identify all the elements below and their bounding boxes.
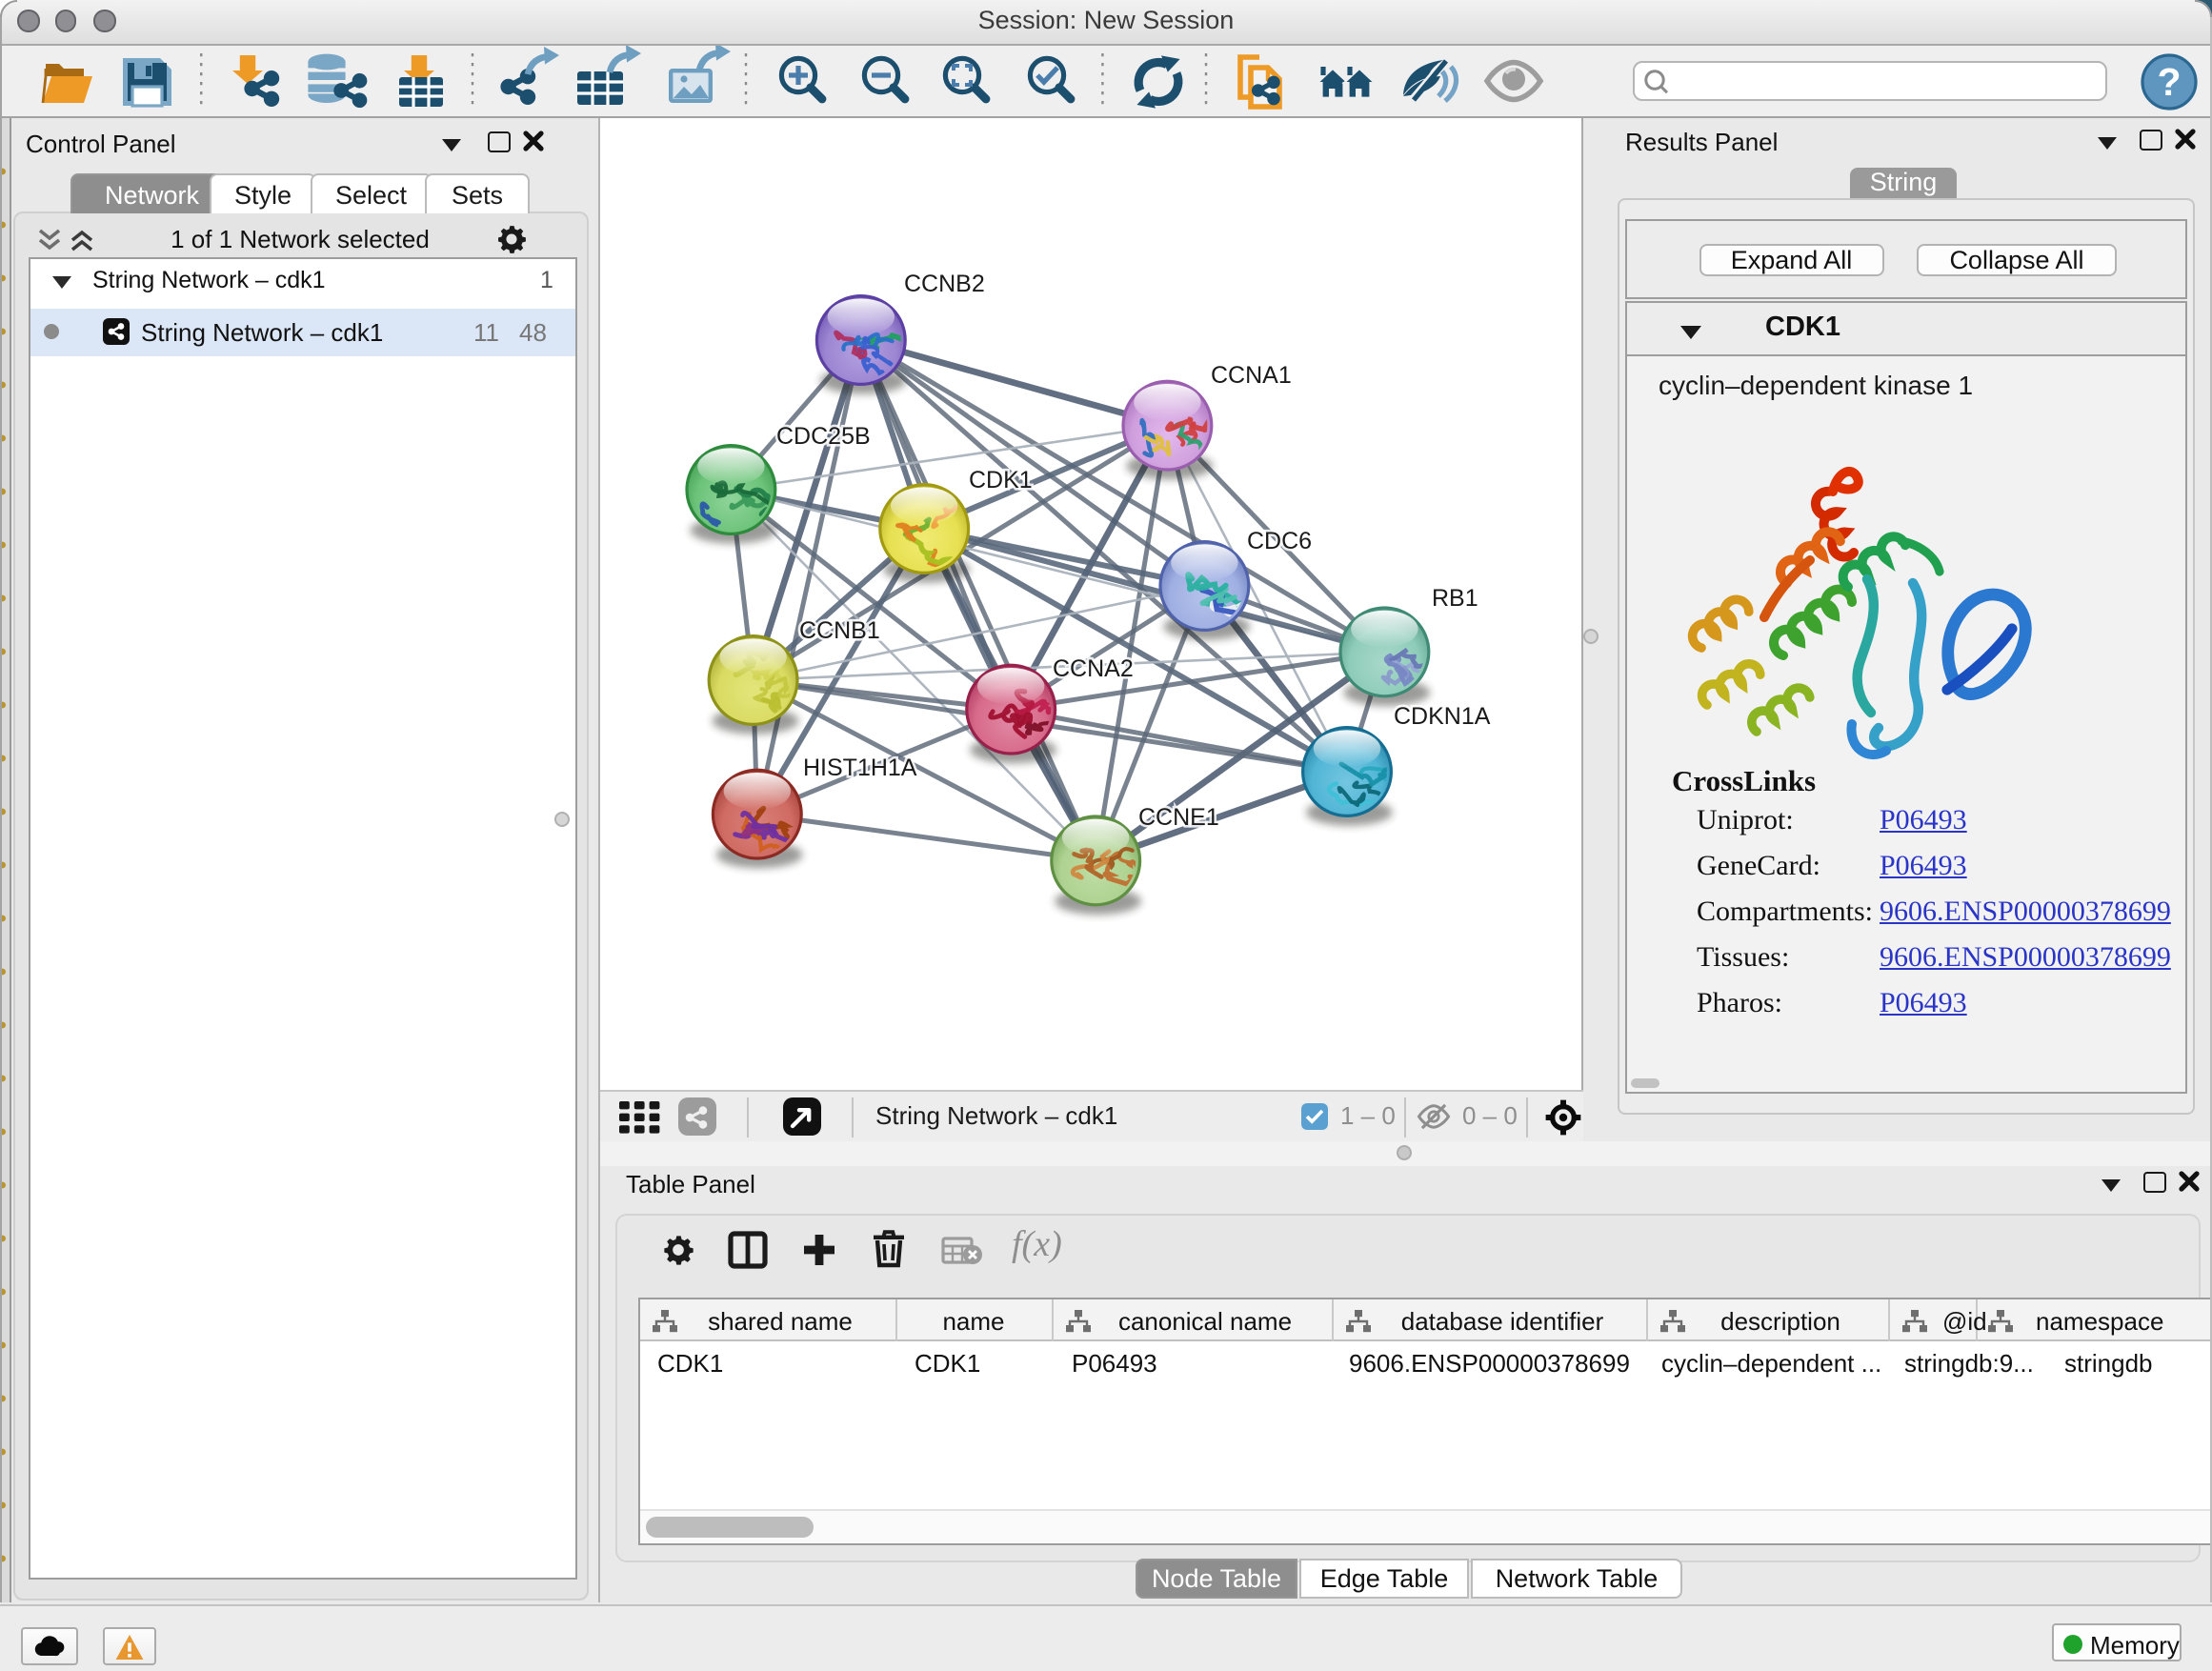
svg-text:CCNB2: CCNB2	[903, 271, 984, 297]
svg-text:CDC25B: CDC25B	[775, 423, 870, 450]
svg-text:CDC6: CDC6	[1246, 528, 1311, 554]
svg-text:CCNA2: CCNA2	[1052, 655, 1133, 682]
svg-text:HIST1H1A: HIST1H1A	[802, 755, 916, 781]
svg-text:CCNB1: CCNB1	[798, 617, 879, 644]
svg-text:CDK1: CDK1	[968, 467, 1032, 493]
svg-text:CCNE1: CCNE1	[1137, 804, 1218, 831]
svg-text:?: ?	[2157, 59, 2181, 103]
svg-text:CCNA1: CCNA1	[1210, 362, 1291, 389]
svg-text:CDKN1A: CDKN1A	[1393, 703, 1490, 730]
svg-text:RB1: RB1	[1431, 585, 1478, 612]
